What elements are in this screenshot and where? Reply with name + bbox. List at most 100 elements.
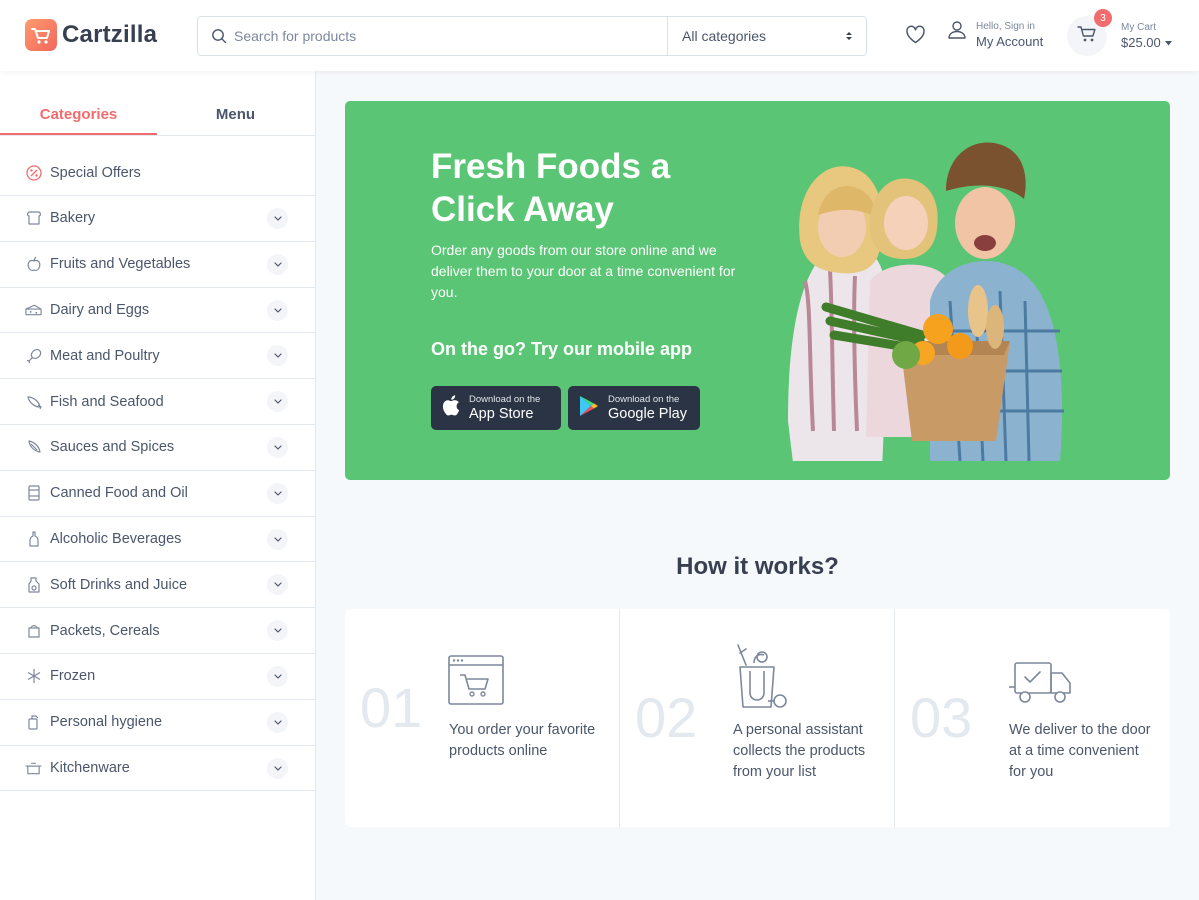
step-card: 02 A personal assistant collects the pro… [620, 609, 895, 827]
cart-total: $25.00 [1121, 35, 1161, 50]
sidebar-item-fish-and-seafood[interactable]: Fish and Seafood [0, 379, 315, 425]
chevron-down-icon[interactable] [267, 711, 288, 733]
pot-icon [25, 759, 42, 776]
chevron-down-icon[interactable] [267, 208, 288, 229]
spice-icon [25, 439, 42, 456]
sidebar-item-canned-food-and-oil[interactable]: Canned Food and Oil [0, 471, 315, 517]
sidebar: Categories Menu Special Offers Bakery Frui… [0, 71, 316, 900]
site-header: Cartzilla All categories Hello, Sign in … [0, 0, 1199, 71]
account-label: My Account [976, 34, 1044, 49]
cheese-icon [25, 301, 42, 318]
step-card: 01 You order your favorite products onli… [345, 609, 620, 827]
snowflake-icon [25, 668, 42, 685]
app-store-label: App Store [469, 405, 534, 422]
tab-categories[interactable]: Categories [0, 94, 157, 135]
sidebar-item-bakery[interactable]: Bakery [0, 196, 315, 242]
app-store-small-label: Download on the [469, 393, 541, 405]
account-greeting: Hello, Sign in [976, 21, 1035, 32]
bottle-icon [25, 530, 42, 547]
cart-icon [1077, 25, 1097, 48]
cart-logo-icon [25, 19, 57, 51]
search-icon [211, 28, 227, 49]
cart-label: My Cart [1121, 22, 1156, 33]
can-icon [25, 485, 42, 502]
google-play-small-label: Download on the [608, 393, 680, 405]
account-link[interactable]: Hello, Sign in My Account [947, 20, 1043, 50]
search-input[interactable] [234, 17, 654, 55]
chevron-down-icon[interactable] [267, 482, 288, 504]
category-list: Special Offers Bakery Fruits and Vegetable… [0, 151, 315, 792]
category-select[interactable]: All categories [667, 17, 867, 55]
delivery-truck-icon [1009, 661, 1075, 710]
chevron-down-icon[interactable] [267, 391, 288, 413]
user-icon [947, 20, 967, 50]
apple-icon [25, 256, 42, 273]
app-store-button[interactable]: Download on the App Store [431, 386, 561, 430]
cart-count-badge: 3 [1094, 9, 1112, 27]
chevron-down-icon[interactable] [267, 299, 288, 321]
hero-app-heading: On the go? Try our mobile app [431, 339, 693, 359]
hero-subtitle: Order any goods from our store online an… [431, 242, 736, 300]
sidebar-item-label: Packets, Cereals [50, 622, 160, 639]
sidebar-item-alcoholic-beverages[interactable]: Alcoholic Beverages [0, 517, 315, 563]
sidebar-item-special-offers[interactable]: Special Offers [0, 151, 315, 196]
sidebar-item-label: Kitchenware [50, 759, 130, 776]
apple-icon [442, 395, 460, 421]
sidebar-item-label: Dairy and Eggs [50, 301, 150, 318]
step-card: 03 We deliver to the door at a time conv… [895, 609, 1170, 827]
sidebar-item-kitchenware[interactable]: Kitchenware [0, 746, 315, 792]
fish-icon [25, 393, 42, 410]
chevron-down-icon[interactable] [267, 574, 288, 596]
sidebar-item-packets-cereals[interactable]: Packets, Cereals [0, 608, 315, 654]
step-text: We deliver to the door at a time conveni… [1009, 722, 1151, 780]
hero-title: Fresh Foods a Click Away [431, 147, 671, 229]
sidebar-item-label: Soft Drinks and Juice [50, 576, 188, 593]
juice-icon [25, 576, 42, 593]
sidebar-item-label: Canned Food and Oil [50, 485, 188, 502]
sidebar-item-label: Fish and Seafood [50, 393, 164, 410]
search-bar: All categories [197, 16, 867, 56]
sidebar-item-personal-hygiene[interactable]: Personal hygiene [0, 700, 315, 746]
sidebar-item-label: Bakery [50, 210, 96, 227]
sidebar-item-label: Personal hygiene [50, 714, 163, 731]
bread-icon [25, 210, 42, 227]
google-play-button[interactable]: Download on the Google Play [568, 386, 700, 430]
percent-icon [25, 165, 42, 182]
how-it-works-title: How it works? [676, 553, 839, 580]
google-play-label: Google Play [608, 405, 687, 422]
step-number: 01 [360, 676, 423, 739]
sidebar-item-meat-and-poultry[interactable]: Meat and Poultry [0, 333, 315, 380]
sidebar-item-label: Meat and Poultry [50, 347, 160, 364]
step-text: You order your favorite products online [449, 722, 596, 759]
chevron-down-icon[interactable] [267, 665, 288, 687]
chevron-down-icon[interactable] [267, 436, 288, 458]
chevron-down-icon[interactable] [267, 253, 288, 275]
step-text: A personal assistant collects the produc… [733, 722, 866, 780]
hygiene-icon [25, 714, 42, 731]
sidebar-item-label: Sauces and Spices [50, 439, 175, 456]
caret-down-icon [1164, 40, 1172, 46]
sidebar-tabs: Categories Menu [0, 94, 315, 136]
sidebar-item-soft-drinks-and-juice[interactable]: Soft Drinks and Juice [0, 562, 315, 609]
grocery-bag-icon [732, 643, 790, 716]
sidebar-item-fruits-and-vegetables[interactable]: Fruits and Vegetables [0, 242, 315, 288]
select-arrows-icon [845, 29, 853, 45]
wishlist-heart-icon[interactable] [905, 25, 926, 49]
sidebar-item-label: Fruits and Vegetables [50, 256, 191, 273]
chevron-down-icon[interactable] [267, 757, 288, 779]
sidebar-item-sauces-and-spices[interactable]: Sauces and Spices [0, 425, 315, 471]
chevron-down-icon[interactable] [267, 528, 288, 550]
sidebar-item-dairy-and-eggs[interactable]: Dairy and Eggs [0, 288, 315, 334]
google-play-icon [579, 395, 599, 422]
logo-text: Cartzilla [62, 21, 158, 48]
logo[interactable]: Cartzilla [25, 19, 157, 51]
category-select-value: All categories [682, 28, 767, 44]
chevron-down-icon[interactable] [267, 345, 288, 367]
sidebar-item-label: Alcoholic Beverages [50, 530, 182, 547]
step-number: 02 [635, 686, 698, 749]
cart-summary[interactable]: My Cart $25.00 [1121, 21, 1172, 51]
sidebar-item-frozen[interactable]: Frozen [0, 654, 315, 700]
step-number: 03 [910, 686, 973, 749]
chevron-down-icon[interactable] [267, 620, 288, 642]
tab-menu[interactable]: Menu [157, 94, 314, 135]
